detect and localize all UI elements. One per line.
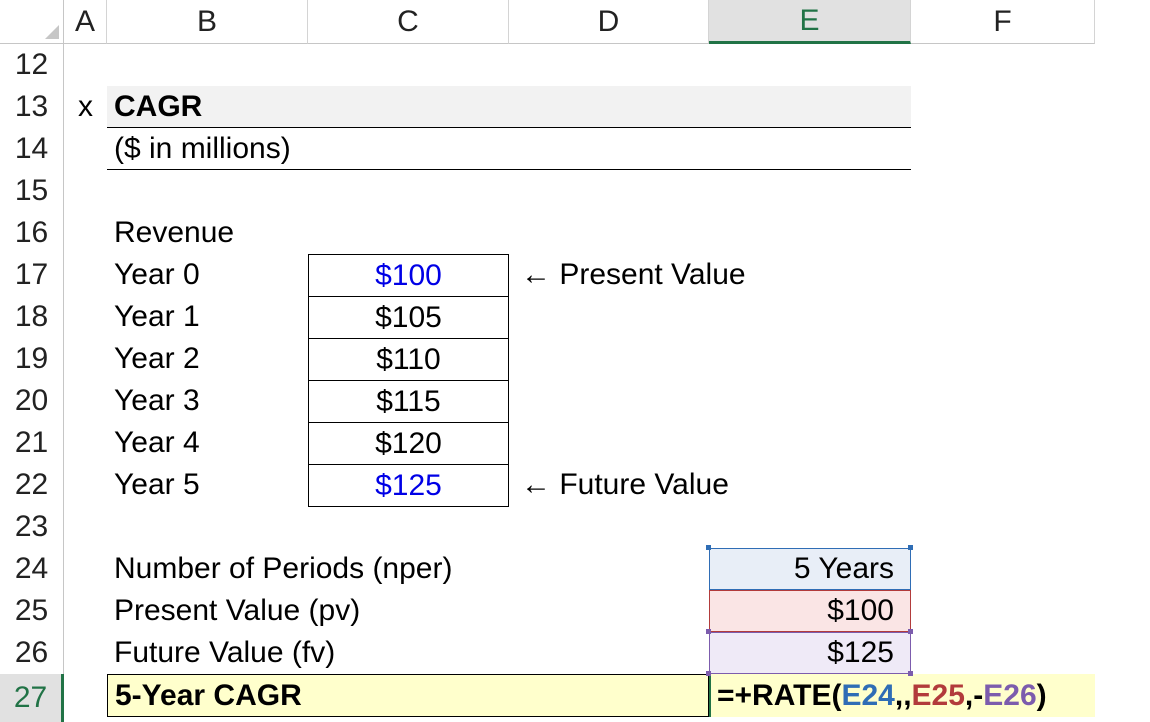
column-header-d[interactable]: D: [509, 0, 709, 44]
year-label[interactable]: Year 5: [107, 464, 308, 506]
formula-ref-nper: E24: [841, 679, 894, 713]
row-header-27[interactable]: 27: [0, 674, 64, 722]
formula-separator: ,-: [965, 679, 983, 713]
revenue-value-cell[interactable]: $125: [308, 464, 509, 507]
sheet-title[interactable]: CAGR: [107, 86, 911, 128]
range-handle[interactable]: [706, 671, 711, 676]
fv-label[interactable]: Future Value (fv): [107, 632, 607, 674]
formula-separator: ,,: [895, 679, 912, 713]
row-header-25[interactable]: 25: [0, 590, 64, 632]
year-label[interactable]: Year 0: [107, 254, 308, 296]
formula-ref-pv: E25: [912, 679, 965, 713]
revenue-value-cell[interactable]: $100: [308, 254, 509, 297]
row-header-24[interactable]: 24: [0, 548, 64, 590]
row-header-13[interactable]: 13: [0, 86, 64, 128]
row-header-19[interactable]: 19: [0, 338, 64, 380]
row-header-22[interactable]: 22: [0, 464, 64, 506]
row-header-21[interactable]: 21: [0, 422, 64, 464]
cell-a13[interactable]: x: [64, 86, 107, 128]
row-header-14[interactable]: 14: [0, 128, 64, 170]
future-value-note[interactable]: ← Future Value: [509, 464, 909, 506]
present-value-note[interactable]: ← Present Value: [509, 254, 909, 296]
fv-value-cell[interactable]: $125: [709, 632, 911, 674]
row-header-16[interactable]: 16: [0, 212, 64, 254]
pv-label[interactable]: Present Value (pv): [107, 590, 607, 632]
sheet-subtitle[interactable]: ($ in millions): [107, 128, 911, 170]
formula-prefix: =+RATE(: [717, 679, 841, 713]
select-all-corner[interactable]: [0, 0, 64, 44]
revenue-value-cell[interactable]: $120: [308, 422, 509, 465]
cagr-formula-cell[interactable]: =+RATE(E24,,E25,-E26): [709, 674, 1095, 717]
column-header-c[interactable]: C: [308, 0, 509, 44]
range-handle[interactable]: [706, 629, 711, 634]
nper-value-cell[interactable]: 5 Years: [709, 548, 911, 590]
row-header-12[interactable]: 12: [0, 44, 64, 86]
row-header-15[interactable]: 15: [0, 170, 64, 212]
range-handle[interactable]: [908, 545, 913, 550]
range-handle[interactable]: [908, 629, 913, 634]
formula-ref-fv: E26: [983, 679, 1036, 713]
year-label[interactable]: Year 4: [107, 422, 308, 464]
cagr-label[interactable]: 5-Year CAGR: [107, 674, 709, 717]
pv-value-cell[interactable]: $100: [709, 590, 911, 632]
column-header-e[interactable]: E: [709, 0, 911, 44]
row-header-23[interactable]: 23: [0, 506, 64, 548]
row-header-17[interactable]: 17: [0, 254, 64, 296]
revenue-value-cell[interactable]: $110: [308, 338, 509, 381]
revenue-label[interactable]: Revenue: [107, 212, 308, 254]
formula-suffix: ): [1037, 679, 1047, 713]
year-label[interactable]: Year 3: [107, 380, 308, 422]
row-header-26[interactable]: 26: [0, 632, 64, 674]
range-handle[interactable]: [706, 545, 711, 550]
row-header-18[interactable]: 18: [0, 296, 64, 338]
row-header-20[interactable]: 20: [0, 380, 64, 422]
revenue-value-cell[interactable]: $115: [308, 380, 509, 423]
range-handle[interactable]: [908, 671, 913, 676]
year-label[interactable]: Year 1: [107, 296, 308, 338]
column-header-f[interactable]: F: [911, 0, 1095, 44]
column-header-b[interactable]: B: [107, 0, 308, 44]
year-label[interactable]: Year 2: [107, 338, 308, 380]
column-header-a[interactable]: A: [64, 0, 107, 44]
spreadsheet: A B C D E F 12 13 14 15 16 17 18 19 20 2…: [0, 0, 1150, 722]
nper-label[interactable]: Number of Periods (nper): [107, 548, 607, 590]
revenue-value-cell[interactable]: $105: [308, 296, 509, 339]
